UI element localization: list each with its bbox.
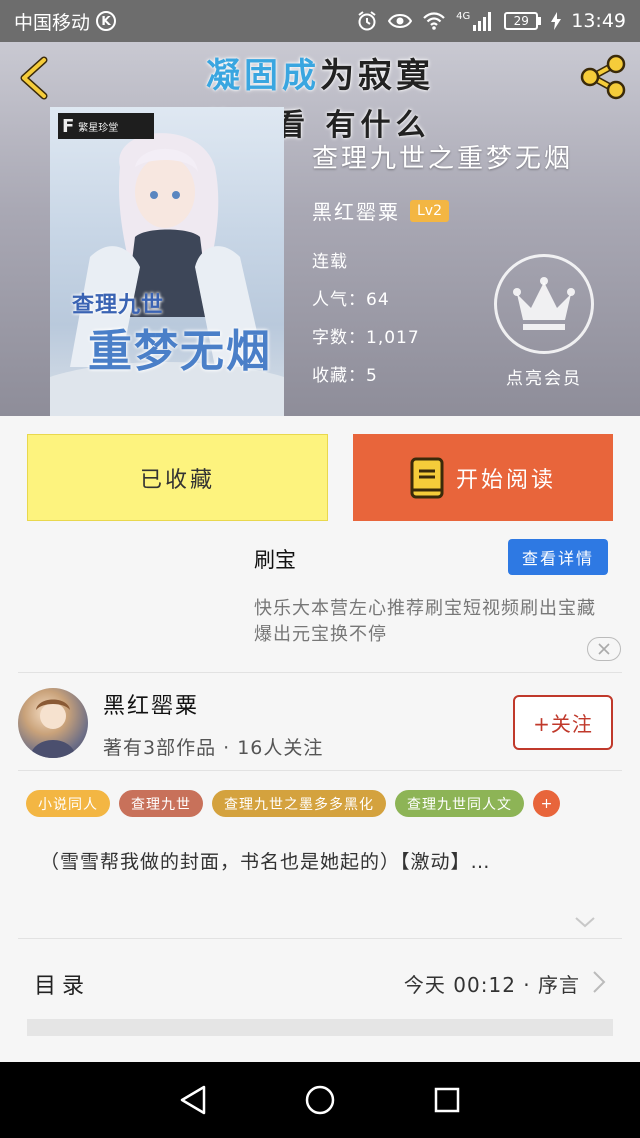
- close-icon: [598, 643, 610, 655]
- toc-label: 目录: [34, 974, 91, 999]
- ad-description[interactable]: 快乐大本营左心推荐刷宝短视频刷出宝藏爆出元宝换不停: [254, 596, 614, 648]
- start-reading-label: 开始阅读: [455, 467, 556, 493]
- signal-icon: [473, 12, 492, 31]
- banner-highlight: 凝固成: [206, 56, 320, 96]
- tag[interactable]: 查理九世之墨多多黑化: [212, 790, 386, 817]
- favorite-count: 收藏：5: [312, 366, 378, 386]
- cover-title-big: 重梦无烟: [88, 326, 272, 377]
- battery-icon: 29: [504, 12, 542, 30]
- network-type: 4G: [456, 10, 471, 22]
- square-recents-icon: [434, 1087, 459, 1113]
- author-row[interactable]: 黑红罂粟 Lv2: [312, 196, 449, 225]
- clock: 13:49: [571, 10, 626, 32]
- eye-icon: [388, 14, 413, 28]
- tag[interactable]: 查理九世同人文: [395, 790, 524, 817]
- divider: [18, 770, 622, 771]
- book-icon: [410, 457, 444, 498]
- divider: [18, 938, 622, 939]
- expand-summary-button[interactable]: [573, 910, 597, 934]
- table-of-contents-row[interactable]: 目录 今天 00:12 · 序言: [0, 940, 640, 1020]
- collect-label: 已收藏: [139, 467, 215, 493]
- content-placeholder: [27, 1019, 613, 1036]
- author-card-stats: 著有3部作品 · 16人关注: [103, 737, 324, 759]
- carrier-badge-icon: K: [96, 11, 117, 31]
- ad-title[interactable]: 刷宝: [254, 544, 296, 574]
- nav-back-button[interactable]: [173, 1080, 213, 1120]
- avatar-illustration: [30, 699, 76, 758]
- author-avatar[interactable]: [18, 688, 88, 758]
- collect-button[interactable]: 已收藏: [27, 434, 328, 521]
- banner-line-1: 凝固成为寂寞: [0, 48, 640, 97]
- divider: [18, 672, 622, 673]
- triangle-back-icon: [181, 1085, 206, 1115]
- vip-label: 点亮会员: [506, 369, 582, 389]
- word-count: 字数：1,017: [312, 328, 420, 348]
- ad-close-button[interactable]: [587, 637, 621, 661]
- serial-status: 连载: [312, 252, 348, 272]
- chevron-right-icon: [593, 971, 606, 993]
- nav-home-button[interactable]: [300, 1080, 340, 1120]
- ad-detail-button[interactable]: 查看详情: [508, 539, 608, 575]
- carrier-name: 中国移动: [14, 11, 91, 34]
- wifi-icon: [423, 12, 445, 30]
- system-nav-bar: [0, 1062, 640, 1138]
- tag-list: 小说同人 查理九世 查理九世之墨多多黑化 查理九世同人文 +: [26, 790, 560, 817]
- add-tag-button[interactable]: +: [533, 790, 560, 817]
- alarm-icon: [358, 11, 376, 31]
- book-header: 凝固成为寂寞 往回看 有什么 F 繁星珍堂 查理九世 重梦无烟 查理九世之重梦无烟…: [0, 42, 640, 416]
- banner-rest: 为寂寞: [320, 56, 434, 96]
- publisher-name: 繁星珍堂: [78, 122, 119, 134]
- author-card-name[interactable]: 黑红罂粟: [103, 688, 199, 720]
- tag[interactable]: 查理九世: [119, 790, 203, 817]
- toc-latest-chapter: 今天 00:12 · 序言: [403, 973, 580, 997]
- share-button[interactable]: [578, 52, 628, 102]
- circle-home-icon: [305, 1085, 335, 1115]
- popularity: 人气：64: [312, 290, 390, 310]
- author-level-badge: Lv2: [410, 199, 449, 222]
- tag[interactable]: 小说同人: [26, 790, 110, 817]
- book-title: 查理九世之重梦无烟: [312, 144, 574, 174]
- publisher-logo: F 繁星珍堂: [58, 113, 154, 139]
- follow-button[interactable]: +关注: [513, 695, 613, 750]
- chevron-down-icon: [575, 917, 595, 928]
- book-summary: （雪雪帮我做的封面，书名也是她起的）【激动】…: [40, 851, 491, 873]
- carrier-info: 中国移动 K: [14, 8, 117, 35]
- share-icon: [580, 54, 626, 100]
- author-name[interactable]: 黑红罂粟: [312, 196, 400, 225]
- vip-badge[interactable]: [494, 254, 594, 354]
- book-cover[interactable]: F 繁星珍堂 查理九世 重梦无烟: [50, 107, 284, 416]
- battery-level: 29: [504, 12, 539, 30]
- charging-icon: [551, 12, 562, 30]
- start-reading-button[interactable]: 开始阅读: [353, 434, 613, 521]
- status-bar: 中国移动 K 4G 29 13:49: [0, 0, 640, 42]
- crown-icon: [513, 277, 575, 330]
- nav-recents-button[interactable]: [427, 1080, 467, 1120]
